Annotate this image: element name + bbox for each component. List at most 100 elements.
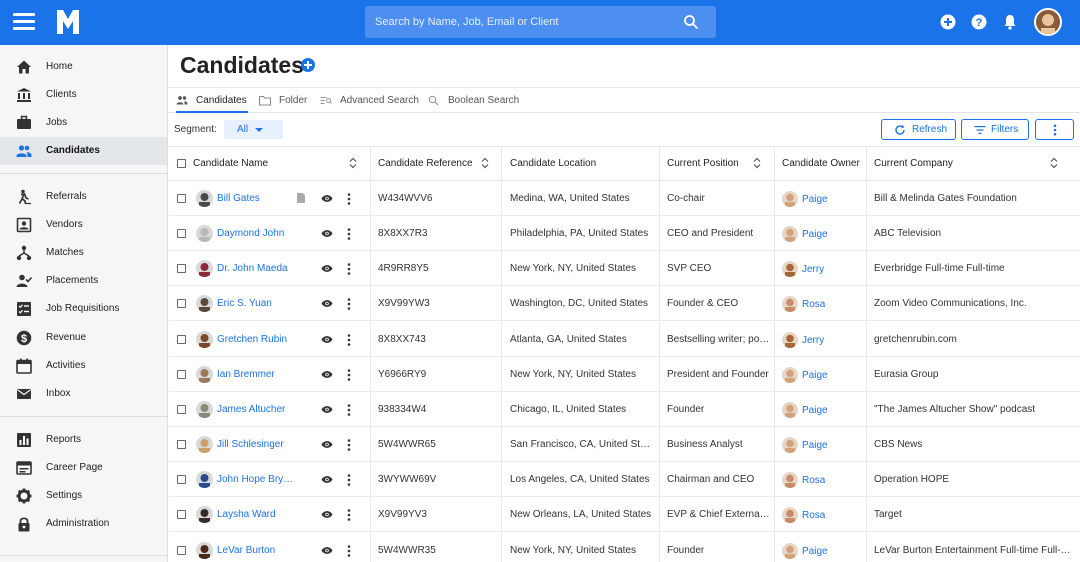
owner-avatar[interactable] (782, 507, 798, 524)
table-row[interactable]: John Hope Bryant 3WYWW69V Los Angeles, CA,… (169, 462, 1080, 498)
row-actions-kebab-icon[interactable] (347, 228, 351, 240)
sidebar-item-placements[interactable]: Placements (0, 267, 167, 295)
sidebar-item-referrals[interactable]: Referrals (0, 183, 167, 211)
search-icon[interactable] (683, 14, 699, 30)
candidate-owner-link[interactable]: Paige (802, 229, 828, 240)
row-actions-kebab-icon[interactable] (347, 474, 351, 486)
sort-icon[interactable] (1050, 157, 1058, 169)
owner-avatar[interactable] (782, 226, 798, 243)
table-row[interactable]: Gretchen Rubin 8X8XX743 Atlanta, GA, Unite… (169, 321, 1080, 357)
owner-avatar[interactable] (782, 472, 798, 489)
owner-avatar[interactable] (782, 191, 798, 207)
candidate-avatar[interactable] (196, 471, 213, 489)
sort-icon[interactable] (349, 157, 357, 169)
row-checkbox[interactable] (177, 404, 186, 414)
row-checkbox[interactable] (177, 264, 186, 274)
add-candidate-button[interactable] (301, 58, 315, 72)
eye-icon[interactable] (321, 510, 333, 519)
candidate-owner-link[interactable]: Paige (802, 546, 828, 557)
candidate-name-link[interactable]: Laysha Ward (217, 509, 276, 520)
candidate-owner-link[interactable]: Rosa (802, 475, 825, 486)
owner-avatar[interactable] (782, 296, 798, 313)
eye-icon[interactable] (321, 405, 333, 414)
row-actions-kebab-icon[interactable] (347, 544, 351, 557)
tab-folder[interactable]: Folder (259, 88, 311, 113)
candidate-avatar[interactable] (196, 541, 213, 559)
tab-candidates[interactable]: Candidates (176, 88, 248, 113)
eye-icon[interactable] (321, 335, 333, 344)
row-actions-kebab-icon[interactable] (347, 439, 351, 451)
sort-icon[interactable] (481, 157, 489, 169)
more-options-button[interactable] (1035, 119, 1074, 140)
candidate-owner-link[interactable]: Rosa (802, 510, 825, 521)
sidebar-item-clients[interactable]: Clients (0, 81, 167, 109)
candidate-owner-link[interactable]: Rosa (802, 299, 825, 310)
row-checkbox[interactable] (177, 440, 186, 450)
candidate-avatar[interactable] (196, 400, 213, 418)
search-input[interactable] (365, 6, 675, 38)
candidate-owner-link[interactable]: Paige (802, 370, 828, 381)
candidate-owner-link[interactable]: Paige (802, 194, 828, 205)
row-actions-kebab-icon[interactable] (347, 333, 351, 346)
candidate-avatar[interactable] (196, 260, 213, 278)
owner-avatar[interactable] (782, 437, 798, 454)
candidate-name-link[interactable]: LeVar Burton (217, 545, 275, 556)
candidate-avatar[interactable] (196, 295, 213, 313)
table-row[interactable]: Bill Gates W434WVV6 Medina, WA, United Sta… (169, 181, 1080, 216)
sidebar-item-jobs[interactable]: Jobs (0, 109, 167, 137)
tab-boolean-search[interactable]: Boolean Search (428, 88, 520, 113)
candidate-name-link[interactable]: Ian Bremmer (217, 369, 275, 380)
sidebar-item-reports[interactable]: Reports (0, 426, 167, 454)
row-actions-kebab-icon[interactable] (347, 193, 351, 205)
table-row[interactable]: Dr. John Maeda 4R9RR8Y5 New York, NY, Unit… (169, 251, 1080, 287)
sort-icon[interactable] (753, 157, 761, 169)
eye-icon[interactable] (321, 475, 333, 484)
table-row[interactable]: LeVar Burton 5W4WWR35 New York, NY, United… (169, 532, 1080, 562)
sidebar-item-vendors[interactable]: Vendors (0, 211, 167, 239)
column-header-name[interactable]: Candidate Name (193, 158, 268, 169)
candidate-avatar[interactable] (196, 190, 213, 207)
candidate-name-link[interactable]: John Hope Bryant (217, 474, 297, 485)
table-row[interactable]: Eric S. Yuan X9V99YW3 Washington, DC, Unit… (169, 286, 1080, 322)
add-circle-icon[interactable] (940, 14, 956, 30)
row-checkbox[interactable] (177, 229, 186, 239)
table-row[interactable]: Daymond John 8X8XX7R3 Philadelphia, PA, Un… (169, 216, 1080, 252)
column-header-location[interactable]: Candidate Location (510, 158, 596, 169)
eye-icon[interactable] (321, 194, 333, 203)
candidate-name-link[interactable]: Gretchen Rubin (217, 334, 287, 345)
table-row[interactable]: James Altucher 938334W4 Chicago, IL, Unite… (169, 391, 1080, 427)
row-actions-kebab-icon[interactable] (347, 263, 351, 276)
sidebar-item-job-requisitions[interactable]: Job Requisitions (0, 295, 167, 323)
candidate-name-link[interactable]: Jill Schlesinger (217, 439, 284, 450)
sidebar-item-home[interactable]: Home (0, 53, 167, 81)
help-icon[interactable]: ? (971, 14, 987, 30)
owner-avatar[interactable] (782, 401, 798, 418)
notification-bell-icon[interactable] (1002, 14, 1018, 30)
candidate-avatar[interactable] (196, 330, 213, 348)
owner-avatar[interactable] (782, 331, 798, 348)
sidebar-item-revenue[interactable]: $ Revenue (0, 324, 167, 352)
eye-icon[interactable] (321, 264, 333, 273)
candidate-name-link[interactable]: James Altucher (217, 404, 285, 415)
tab-advanced-search[interactable]: Advanced Search (320, 88, 419, 113)
sidebar-item-candidates[interactable]: Candidates (0, 137, 167, 165)
owner-avatar[interactable] (782, 261, 798, 278)
sidebar-item-career-page[interactable]: Career Page (0, 454, 167, 482)
row-checkbox[interactable] (177, 510, 186, 520)
column-header-reference[interactable]: Candidate Reference (378, 158, 473, 169)
sidebar-item-administration[interactable]: Administration (0, 510, 167, 538)
eye-icon[interactable] (321, 229, 333, 238)
row-actions-kebab-icon[interactable] (347, 298, 351, 311)
candidate-name-link[interactable]: Eric S. Yuan (217, 298, 272, 309)
table-row[interactable]: Ian Bremmer Y6966RY9 New York, NY, United … (169, 356, 1080, 392)
sidebar-item-inbox[interactable]: Inbox (0, 380, 167, 408)
row-actions-kebab-icon[interactable] (347, 404, 351, 416)
sidebar-item-activities[interactable]: Activities (0, 352, 167, 380)
column-header-position[interactable]: Current Position (667, 158, 739, 169)
candidate-avatar[interactable] (196, 225, 213, 243)
candidate-name-link[interactable]: Daymond John (217, 228, 284, 239)
eye-icon[interactable] (321, 370, 333, 379)
candidate-owner-link[interactable]: Paige (802, 440, 828, 451)
candidate-avatar[interactable] (196, 436, 213, 454)
user-avatar[interactable] (1034, 8, 1062, 36)
